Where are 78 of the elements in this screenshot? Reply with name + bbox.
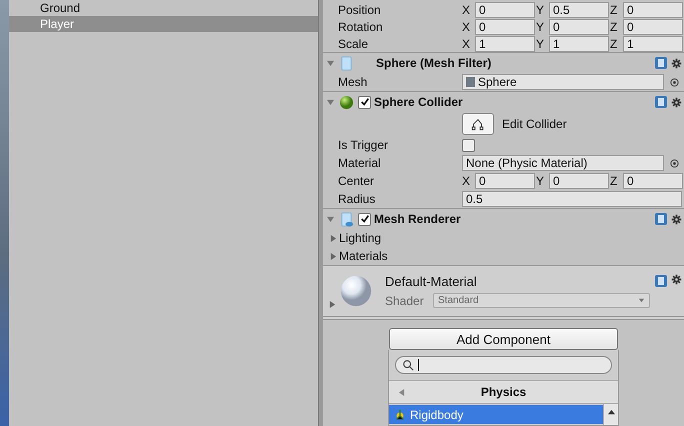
- component-title: Sphere (Mesh Filter): [376, 56, 492, 70]
- foldout-triangle-icon[interactable]: [329, 301, 336, 308]
- axis-label: X: [462, 2, 472, 17]
- shader-label: Shader: [385, 294, 425, 308]
- number-field[interactable]: 1: [475, 36, 535, 52]
- object-picker-icon[interactable]: [670, 78, 679, 87]
- edit-collider-button[interactable]: [462, 113, 494, 136]
- foldout-label[interactable]: Materials: [339, 249, 388, 264]
- axis-label: Z: [610, 36, 618, 51]
- number-field[interactable]: 0: [475, 2, 535, 18]
- component-title: Sphere Collider: [374, 95, 464, 110]
- shape-nodes-icon: [471, 117, 485, 132]
- add-component-button[interactable]: Add Component: [389, 328, 618, 350]
- help-book-icon[interactable]: [654, 212, 668, 226]
- axis-label: Y: [536, 174, 546, 188]
- category-title: Physics: [480, 385, 528, 400]
- axis-label: Y: [536, 20, 546, 34]
- help-book-icon[interactable]: [654, 95, 668, 110]
- object-field[interactable]: Sphere: [462, 74, 664, 90]
- mesh-icon: [339, 56, 354, 71]
- renderer-icon: [339, 212, 354, 227]
- settings-icon[interactable]: [671, 214, 682, 225]
- object-picker-icon[interactable]: [670, 158, 679, 168]
- search-icon: [402, 359, 414, 372]
- help-book-icon[interactable]: [654, 56, 668, 70]
- axis-label: X: [462, 174, 472, 188]
- hierarchy-item[interactable]: Ground: [9, 0, 318, 16]
- property-label: Radius: [338, 192, 376, 206]
- number-field[interactable]: 1: [623, 36, 683, 52]
- enable-checkbox[interactable]: [358, 212, 371, 226]
- material-name: Default-Material: [385, 274, 478, 290]
- property-label: Position: [338, 2, 382, 17]
- collapse-triangle-icon[interactable]: [327, 60, 334, 67]
- scroll-up-arrow-icon[interactable]: [608, 409, 614, 416]
- number-field[interactable]: 0: [549, 18, 609, 35]
- property-label: Mesh: [338, 75, 368, 90]
- number-field[interactable]: 0: [475, 173, 535, 190]
- number-field[interactable]: 0: [623, 18, 683, 35]
- number-field[interactable]: 1: [549, 36, 609, 52]
- axis-label: Y: [536, 36, 546, 51]
- shader-dropdown[interactable]: Standard: [433, 293, 650, 308]
- material-sphere-icon: [339, 274, 373, 308]
- scrollbar[interactable]: [603, 404, 618, 426]
- component-title: Mesh Renderer: [374, 212, 462, 226]
- object-field[interactable]: None (Physic Material): [462, 155, 664, 172]
- property-label: Rotation: [338, 20, 384, 34]
- caret-icon: [638, 297, 645, 304]
- axis-label: Z: [610, 2, 618, 17]
- search-field[interactable]: [395, 356, 612, 374]
- axis-label: X: [462, 20, 472, 34]
- axis-label: Z: [610, 174, 618, 188]
- axis-label: Y: [536, 2, 546, 17]
- sphere-icon: [339, 94, 354, 110]
- property-label: Is Trigger: [338, 138, 390, 152]
- foldout-triangle-icon[interactable]: [330, 252, 337, 260]
- axis-label: X: [462, 36, 472, 51]
- number-field[interactable]: 0: [475, 18, 535, 35]
- property-label: Center: [338, 174, 376, 188]
- number-field[interactable]: 0.5: [549, 2, 609, 18]
- back-arrow-icon[interactable]: [398, 388, 405, 396]
- number-field[interactable]: 0: [623, 173, 683, 190]
- enable-checkbox[interactable]: [358, 96, 371, 109]
- axis-label: Z: [610, 20, 618, 34]
- number-field[interactable]: 0: [549, 173, 609, 190]
- checkbox[interactable]: [462, 138, 475, 152]
- number-field[interactable]: 0.5: [462, 191, 682, 208]
- settings-icon[interactable]: [671, 58, 682, 69]
- collapse-triangle-icon[interactable]: [327, 216, 334, 223]
- property-label: Material: [338, 156, 382, 170]
- number-field[interactable]: 0: [623, 2, 683, 18]
- component-list-item[interactable]: Rigidbody: [389, 405, 603, 424]
- foldout-triangle-icon[interactable]: [330, 234, 337, 242]
- settings-icon[interactable]: [671, 96, 682, 108]
- settings-icon[interactable]: [671, 274, 682, 286]
- button-label: Edit Collider: [502, 117, 567, 132]
- collapse-triangle-icon[interactable]: [327, 98, 334, 106]
- property-label: Scale: [338, 36, 370, 51]
- foldout-label[interactable]: Lighting: [339, 231, 382, 246]
